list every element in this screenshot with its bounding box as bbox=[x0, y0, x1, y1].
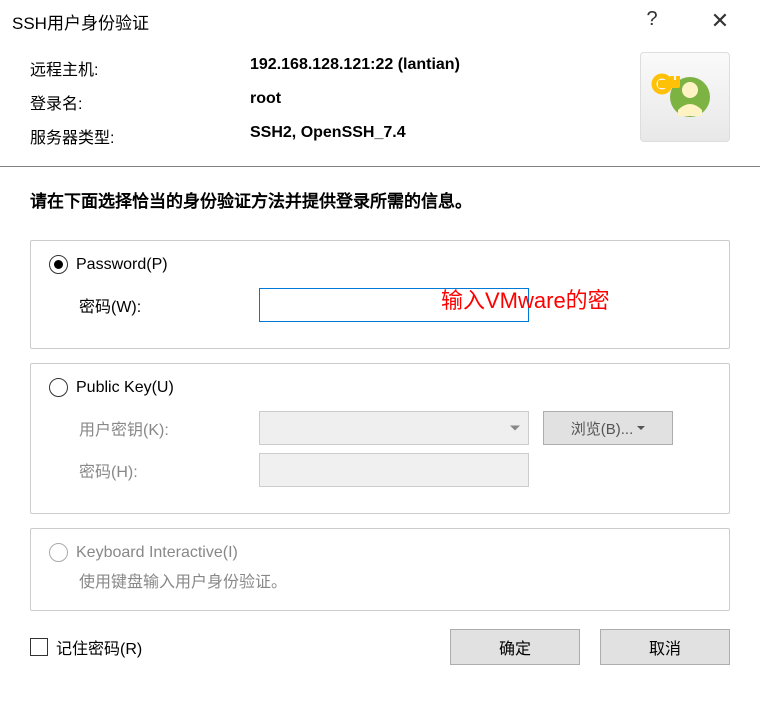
dropdown-arrow-icon bbox=[637, 426, 645, 430]
server-type-label: 服务器类型: bbox=[30, 124, 250, 148]
userkey-combo bbox=[259, 411, 529, 445]
titlebar-buttons: ? ✕ bbox=[642, 8, 748, 34]
cancel-button[interactable]: 取消 bbox=[600, 629, 730, 665]
passphrase-label: 密码(H): bbox=[79, 458, 259, 482]
password-input[interactable] bbox=[259, 288, 529, 322]
remember-checkbox[interactable] bbox=[30, 638, 48, 656]
keyboard-radio-row: Keyboard Interactive(I) bbox=[49, 543, 711, 562]
help-icon[interactable]: ? bbox=[642, 8, 662, 34]
login-label: 登录名: bbox=[30, 90, 250, 114]
remember-label: 记住密码(R) bbox=[56, 635, 142, 659]
password-field-label: 密码(W): bbox=[79, 293, 259, 317]
browse-button: 浏览(B)... bbox=[543, 411, 673, 445]
password-radio-label: Password(P) bbox=[76, 256, 168, 274]
instruction-text: 请在下面选择恰当的身份验证方法并提供登录所需的信息。 bbox=[0, 167, 760, 226]
publickey-radio-row[interactable]: Public Key(U) bbox=[49, 378, 711, 397]
keyboard-subtext: 使用键盘输入用户身份验证。 bbox=[79, 568, 711, 592]
password-section: Password(P) 密码(W): 输入VMware的密 bbox=[30, 240, 730, 349]
publickey-section: Public Key(U) 用户密钥(K): 浏览(B)... 密码(H): bbox=[30, 363, 730, 514]
keyboard-radio-label: Keyboard Interactive(I) bbox=[76, 544, 238, 562]
password-radio-row[interactable]: Password(P) bbox=[49, 255, 711, 274]
chevron-down-icon bbox=[510, 426, 520, 431]
publickey-radio[interactable] bbox=[49, 378, 68, 397]
server-type-value: SSH2, OpenSSH_7.4 bbox=[250, 124, 460, 148]
ok-button[interactable]: 确定 bbox=[450, 629, 580, 665]
remember-checkbox-row[interactable]: 记住密码(R) bbox=[30, 635, 450, 659]
publickey-radio-label: Public Key(U) bbox=[76, 379, 174, 397]
userkey-label: 用户密钥(K): bbox=[79, 416, 259, 440]
bottom-row: 记住密码(R) 确定 取消 bbox=[0, 611, 760, 683]
titlebar: SSH用户身份验证 ? ✕ bbox=[0, 0, 760, 42]
browse-label: 浏览(B)... bbox=[571, 418, 634, 439]
remote-host-label: 远程主机: bbox=[30, 56, 250, 80]
login-value: root bbox=[250, 90, 460, 114]
auth-icon bbox=[640, 52, 730, 142]
window-title: SSH用户身份验证 bbox=[12, 9, 642, 34]
close-icon[interactable]: ✕ bbox=[710, 8, 730, 34]
connection-info: 远程主机: 192.168.128.121:22 (lantian) 登录名: … bbox=[0, 42, 760, 166]
keyboard-radio bbox=[49, 543, 68, 562]
keyboard-section: Keyboard Interactive(I) 使用键盘输入用户身份验证。 bbox=[30, 528, 730, 611]
remote-host-value: 192.168.128.121:22 (lantian) bbox=[250, 56, 460, 80]
passphrase-input bbox=[259, 453, 529, 487]
password-radio[interactable] bbox=[49, 255, 68, 274]
